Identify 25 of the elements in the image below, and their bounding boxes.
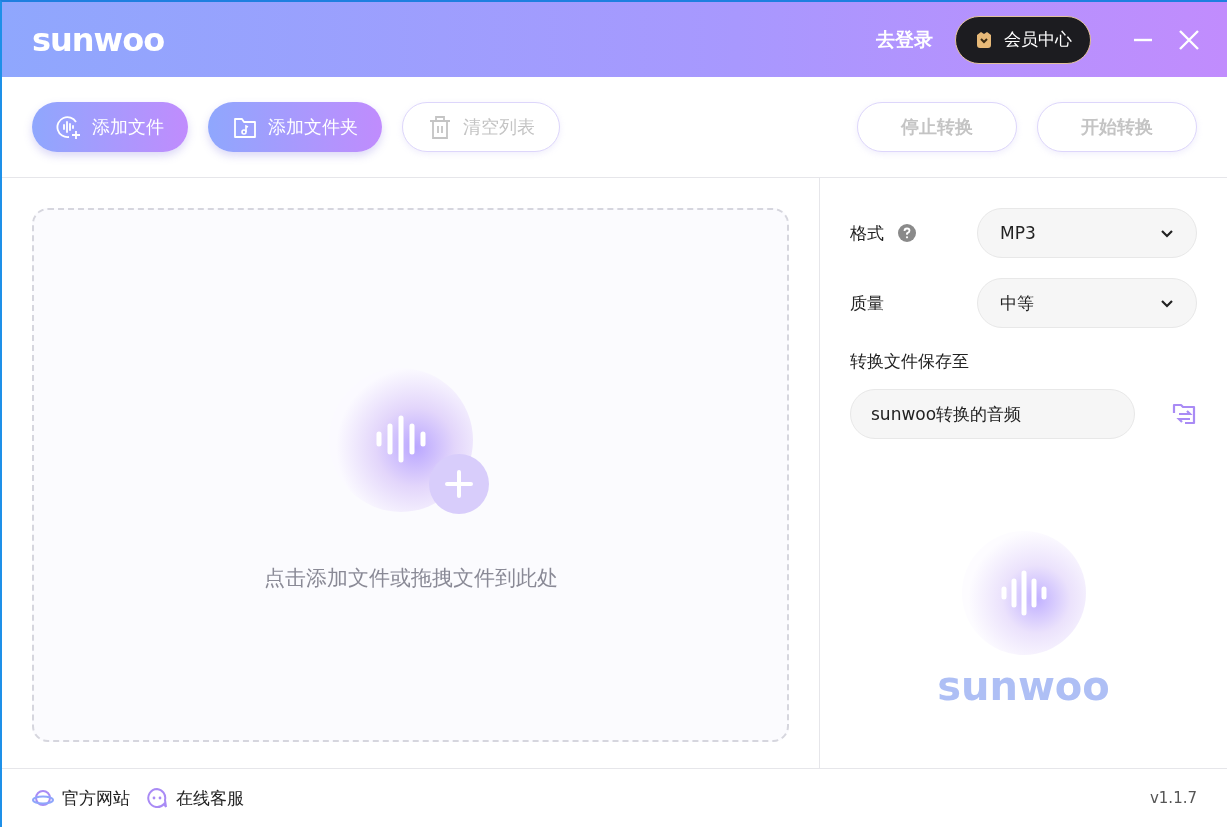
drop-zone[interactable]: 点击添加文件或拖拽文件到此处 (32, 208, 789, 742)
crown-icon (974, 29, 994, 50)
audio-add-icon (56, 114, 82, 140)
brand-logo: sunwoo (937, 663, 1110, 709)
folder-swap-icon[interactable] (1171, 401, 1197, 427)
planet-icon (32, 787, 54, 809)
website-link[interactable]: 官方网站 (32, 786, 130, 810)
trash-icon (427, 114, 453, 140)
add-file-button[interactable]: 添加文件 (32, 102, 188, 152)
vip-center-button[interactable]: 会员中心 (955, 15, 1091, 64)
add-folder-button[interactable]: 添加文件夹 (208, 102, 382, 152)
quality-dropdown[interactable]: 中等 (977, 278, 1197, 328)
version-label: v1.1.7 (1149, 789, 1197, 807)
app-logo: sunwoo (32, 20, 165, 59)
login-link[interactable]: 去登录 (876, 26, 933, 53)
quality-label: 质量 (850, 291, 884, 315)
chat-icon (146, 787, 168, 809)
save-path-field[interactable]: sunwoo转换的音频 (850, 389, 1135, 439)
format-dropdown[interactable]: MP3 (977, 208, 1197, 258)
format-label: 格式 (850, 221, 884, 245)
support-link[interactable]: 在线客服 (146, 786, 244, 810)
drop-hint: 点击添加文件或拖拽文件到此处 (263, 565, 558, 592)
close-icon[interactable] (1177, 27, 1201, 52)
save-location-label: 转换文件保存至 (850, 350, 970, 373)
help-icon[interactable] (898, 224, 916, 242)
